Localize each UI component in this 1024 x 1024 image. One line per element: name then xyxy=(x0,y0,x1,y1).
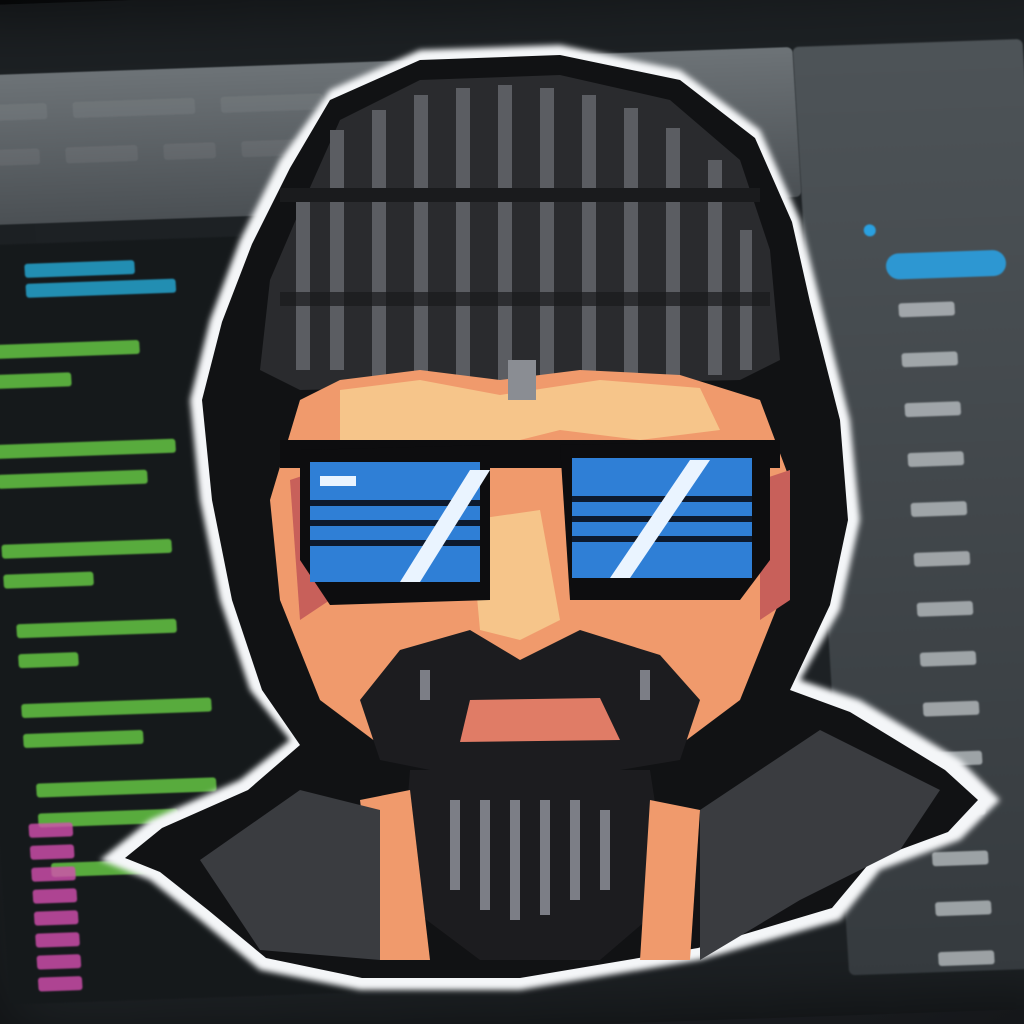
photo-scene xyxy=(0,0,1024,1024)
hacker-sticker-art xyxy=(100,45,1000,990)
hacker-sticker xyxy=(0,0,1024,1024)
